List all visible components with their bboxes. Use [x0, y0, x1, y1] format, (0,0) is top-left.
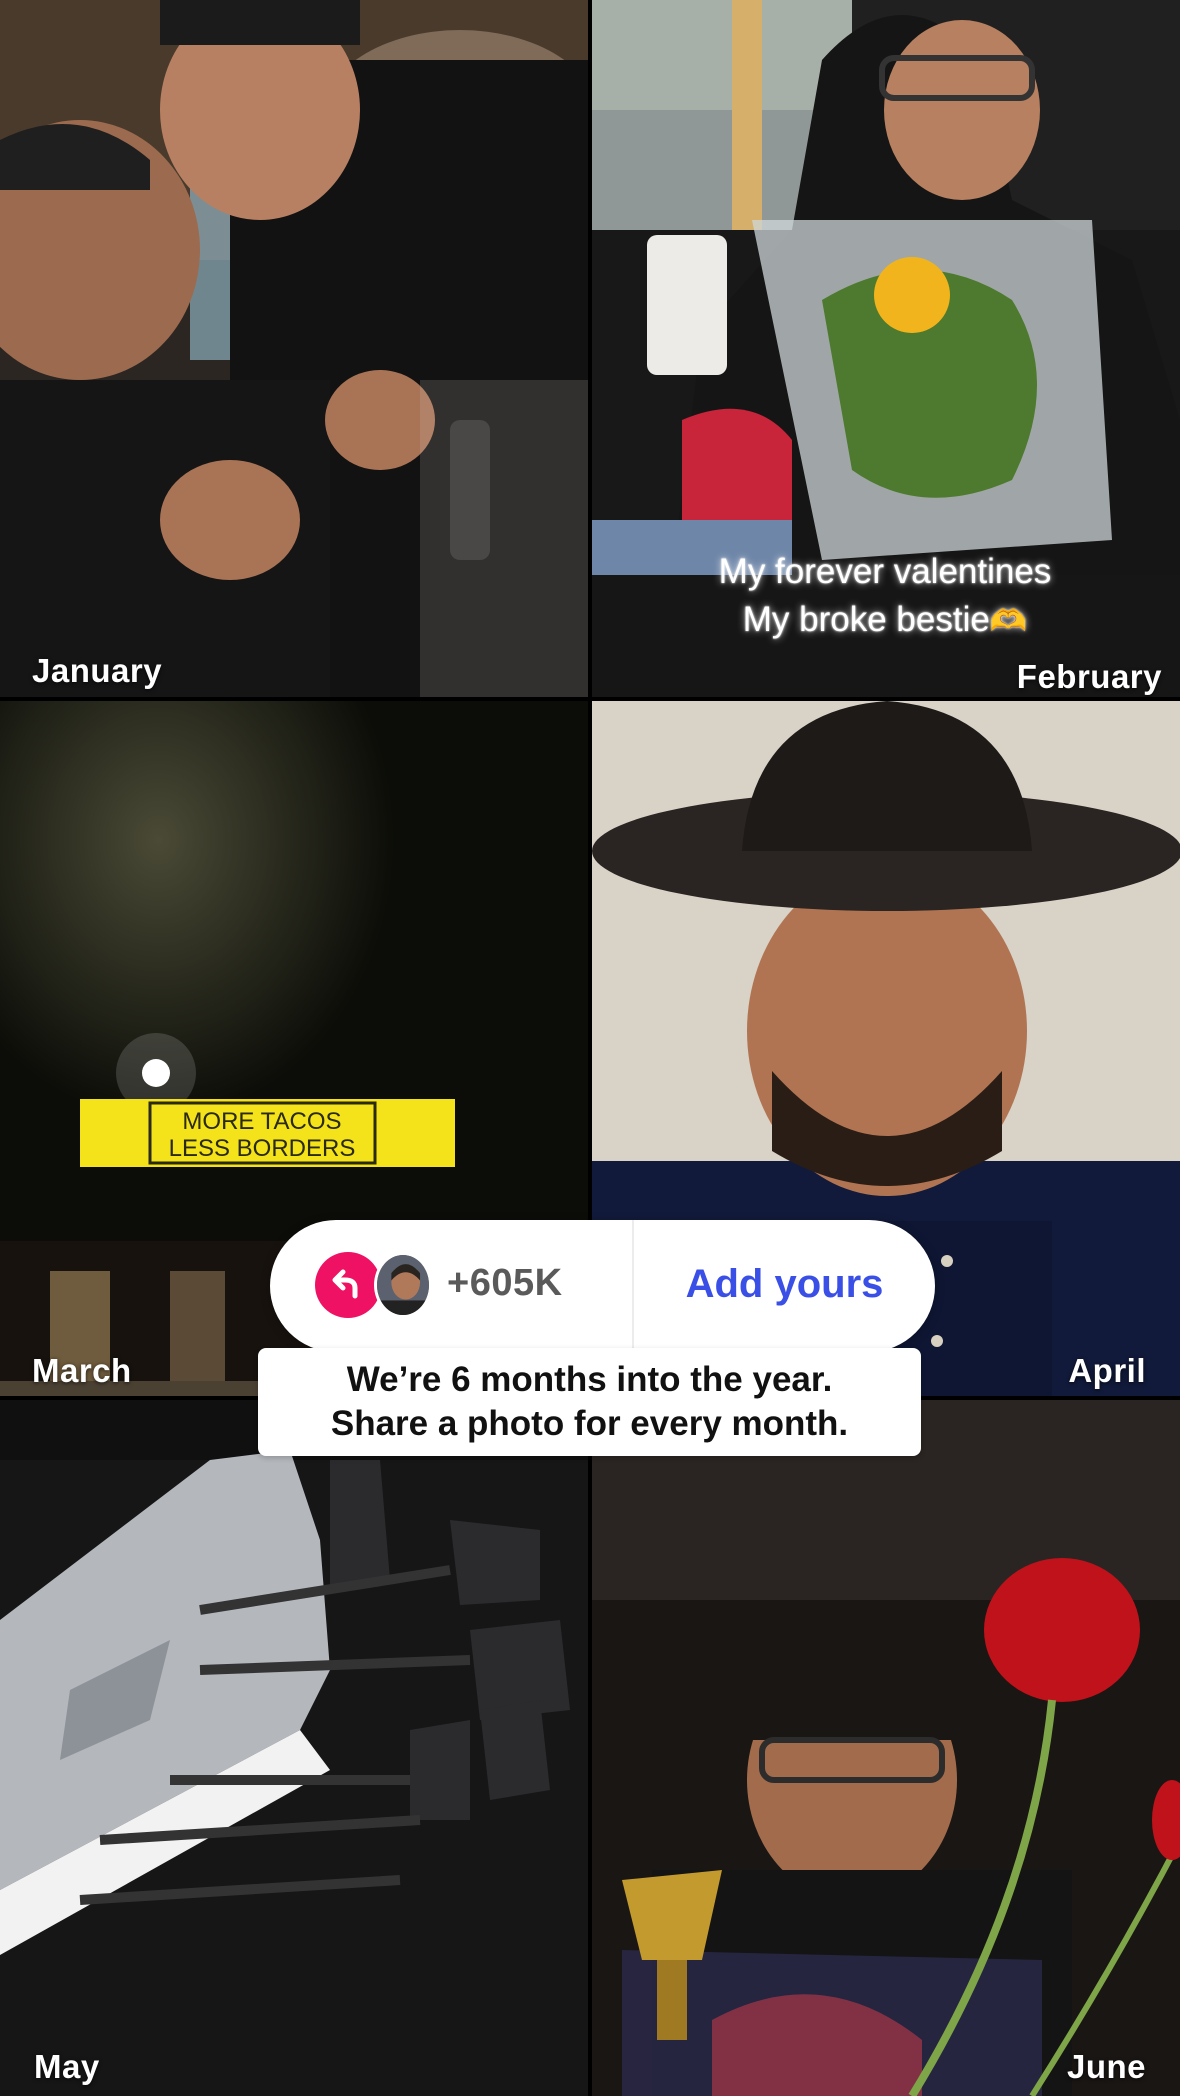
photo-january — [0, 0, 588, 697]
prompt-line-2: Share a photo for every month. — [330, 1404, 849, 1443]
label-april: April — [1068, 1352, 1146, 1389]
photo-collage: MORE TACOS LESS BORDERS — [0, 0, 1180, 2096]
june-photo-art — [592, 1400, 1180, 2096]
participants-count: +605K — [447, 1262, 563, 1304]
january-photo-art — [0, 0, 588, 697]
add-yours-sticker[interactable]: +605K Add yours — [270, 1220, 935, 1352]
reply-arrow-icon — [315, 1252, 381, 1318]
reply-arrow-glyph — [332, 1269, 358, 1299]
label-may: May — [34, 2048, 100, 2085]
label-march: March — [32, 1352, 132, 1389]
add-yours-button[interactable]: Add yours — [634, 1262, 935, 1307]
avatar-art — [377, 1255, 429, 1315]
label-february: February — [1016, 658, 1162, 695]
sign-line-1: MORE TACOS — [182, 1108, 341, 1135]
february-caption: My forever valentines My broke bestie🫶 — [590, 548, 1180, 646]
sign-line-2: LESS BORDERS — [169, 1135, 356, 1162]
caption-line-2-wrap: My broke bestie🫶 — [590, 596, 1180, 646]
may-photo-art — [0, 1400, 588, 2096]
caption-line-1: My forever valentines — [718, 552, 1052, 591]
caption-line-2: My broke bestie — [742, 600, 990, 639]
label-june: June — [1066, 2048, 1146, 2085]
prompt-line-1: We’re 6 months into the year. — [346, 1360, 833, 1399]
heart-hands-icon: 🫶 — [989, 605, 1028, 638]
label-january: January — [32, 652, 163, 689]
photo-may — [0, 1400, 588, 2096]
prompt-card: We’re 6 months into the year. Share a ph… — [258, 1348, 921, 1456]
photo-june — [592, 1400, 1180, 2096]
avatar — [374, 1252, 432, 1318]
